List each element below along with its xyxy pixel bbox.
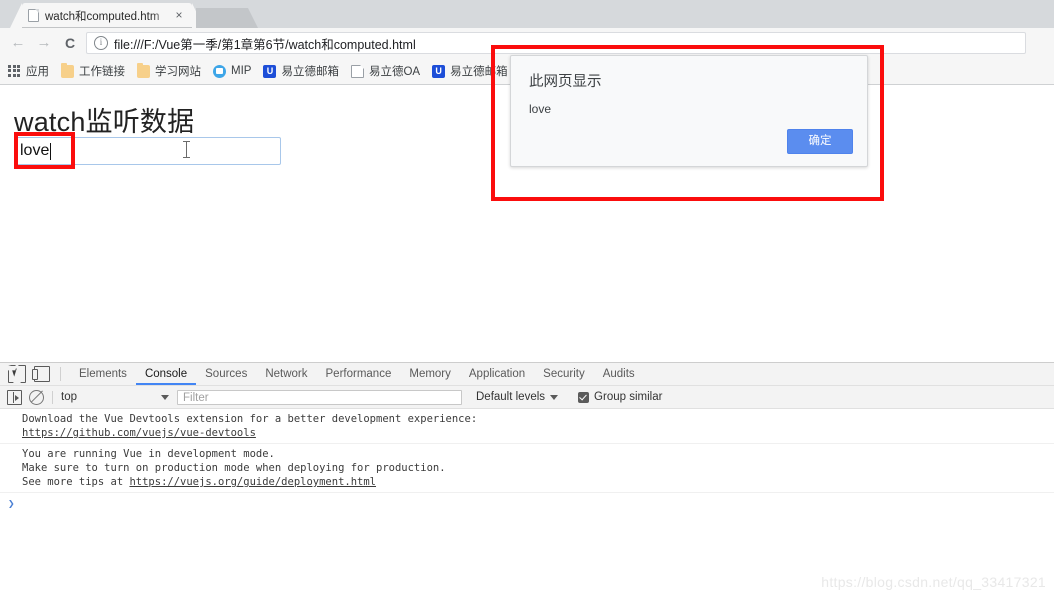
bookmark-label: 易立德OA bbox=[368, 66, 421, 78]
tab-strip: watch和computed.htm × bbox=[0, 0, 1054, 28]
divider bbox=[60, 367, 61, 381]
dialog-ok-button[interactable]: 确定 bbox=[787, 129, 853, 154]
back-icon[interactable]: ← bbox=[10, 35, 26, 51]
console-filter-bar: top Filter Default levels Group similar bbox=[0, 386, 1054, 409]
forward-icon[interactable]: → bbox=[36, 35, 52, 51]
new-tab-button[interactable] bbox=[196, 8, 258, 28]
console-filter-input[interactable]: Filter bbox=[177, 389, 462, 405]
tab-elements[interactable]: Elements bbox=[70, 364, 136, 385]
bookmark-label: 易立德邮箱 bbox=[281, 66, 339, 78]
bookmark-label: MIP bbox=[231, 65, 252, 77]
text-caret bbox=[50, 142, 52, 160]
bookmark-mail-2[interactable]: U 易立德邮箱 bbox=[432, 63, 508, 79]
tab-performance[interactable]: Performance bbox=[317, 364, 401, 385]
bookmark-mail[interactable]: U 易立德邮箱 bbox=[263, 63, 339, 79]
console-sidebar-icon[interactable] bbox=[7, 389, 22, 405]
bookmark-label: 易立德邮箱 bbox=[450, 66, 508, 78]
address-bar-url: file:///F:/Vue第一季/第1章第6节/watch和computed.… bbox=[114, 37, 416, 52]
bookmark-work-links[interactable]: 工作链接 bbox=[61, 62, 125, 79]
tab-application[interactable]: Application bbox=[460, 364, 534, 385]
execution-context-select[interactable]: top bbox=[61, 391, 161, 403]
console-message-line: Download the Vue Devtools extension for … bbox=[22, 413, 478, 425]
page-title: watch监听数据 bbox=[14, 107, 195, 137]
bookmark-label: 学习网站 bbox=[155, 66, 201, 78]
group-similar-label: Group similar bbox=[594, 391, 663, 403]
input-value: love bbox=[20, 142, 50, 159]
chevron-down-icon[interactable] bbox=[550, 394, 559, 400]
chevron-down-icon[interactable] bbox=[161, 394, 169, 400]
watch-text-input[interactable]: love bbox=[14, 137, 281, 165]
bookmark-mip[interactable]: MIP bbox=[213, 64, 252, 78]
tab-network[interactable]: Network bbox=[256, 364, 316, 385]
inspect-element-icon[interactable] bbox=[8, 365, 26, 383]
console-message: You are running Vue in development mode.… bbox=[0, 444, 1054, 493]
console-link[interactable]: https://vuejs.org/guide/deployment.html bbox=[129, 476, 376, 488]
tab-title: watch和computed.htm bbox=[45, 10, 160, 23]
folder-icon bbox=[137, 62, 150, 78]
devtools-panel: Elements Console Sources Network Perform… bbox=[0, 362, 1054, 597]
u-badge-icon: U bbox=[432, 64, 446, 78]
console-message-line: See more tips at bbox=[22, 476, 130, 488]
bookmark-label: 应用 bbox=[26, 66, 49, 78]
tab-memory[interactable]: Memory bbox=[400, 364, 460, 385]
tab-favicon-page-icon bbox=[28, 9, 39, 22]
bookmark-apps[interactable]: 应用 bbox=[8, 63, 49, 79]
divider bbox=[52, 390, 53, 404]
tab-audits[interactable]: Audits bbox=[594, 364, 644, 385]
group-similar-checkbox[interactable] bbox=[578, 391, 590, 403]
tab-security[interactable]: Security bbox=[534, 364, 594, 385]
reload-icon[interactable]: C bbox=[62, 35, 78, 51]
javascript-alert-dialog[interactable]: 此网页显示 love 确定 bbox=[510, 55, 868, 167]
devtools-tabbar: Elements Console Sources Network Perform… bbox=[0, 363, 1054, 386]
address-bar[interactable]: i file:///F:/Vue第一季/第1章第6节/watch和compute… bbox=[86, 32, 1026, 54]
bookmark-study-sites[interactable]: 学习网站 bbox=[137, 62, 201, 79]
device-toolbar-icon[interactable] bbox=[32, 366, 50, 382]
watermark: https://blog.csdn.net/qq_33417321 bbox=[821, 574, 1046, 590]
dialog-title: 此网页显示 bbox=[529, 74, 602, 90]
u-badge-icon: U bbox=[263, 64, 277, 78]
browser-toolbar: ← → C i file:///F:/Vue第一季/第1章第6节/watch和c… bbox=[0, 28, 1054, 58]
console-message-line: Make sure to turn on production mode whe… bbox=[22, 462, 446, 474]
mouse-ibeam-cursor bbox=[183, 141, 190, 158]
tab-console[interactable]: Console bbox=[136, 364, 196, 385]
bookmark-label: 工作链接 bbox=[79, 66, 125, 78]
bookmark-oa[interactable]: 易立德OA bbox=[350, 63, 421, 79]
console-prompt[interactable]: ❯ bbox=[0, 493, 1054, 514]
page-info-icon[interactable]: i bbox=[94, 36, 108, 50]
browser-tab[interactable]: watch和computed.htm × bbox=[10, 3, 204, 28]
console-message: Download the Vue Devtools extension for … bbox=[0, 409, 1054, 444]
apps-grid-icon bbox=[8, 64, 21, 78]
console-output[interactable]: Download the Vue Devtools extension for … bbox=[0, 409, 1054, 514]
page-icon bbox=[350, 64, 364, 78]
tab-sources[interactable]: Sources bbox=[196, 364, 256, 385]
folder-icon bbox=[61, 62, 74, 78]
close-icon[interactable]: × bbox=[172, 8, 186, 23]
console-message-line: You are running Vue in development mode. bbox=[22, 448, 275, 460]
log-levels-select[interactable]: Default levels bbox=[476, 391, 545, 403]
mip-icon bbox=[213, 64, 226, 78]
clear-console-icon[interactable] bbox=[29, 389, 44, 405]
dialog-message: love bbox=[529, 102, 552, 116]
console-link[interactable]: https://github.com/vuejs/vue-devtools bbox=[22, 427, 256, 439]
